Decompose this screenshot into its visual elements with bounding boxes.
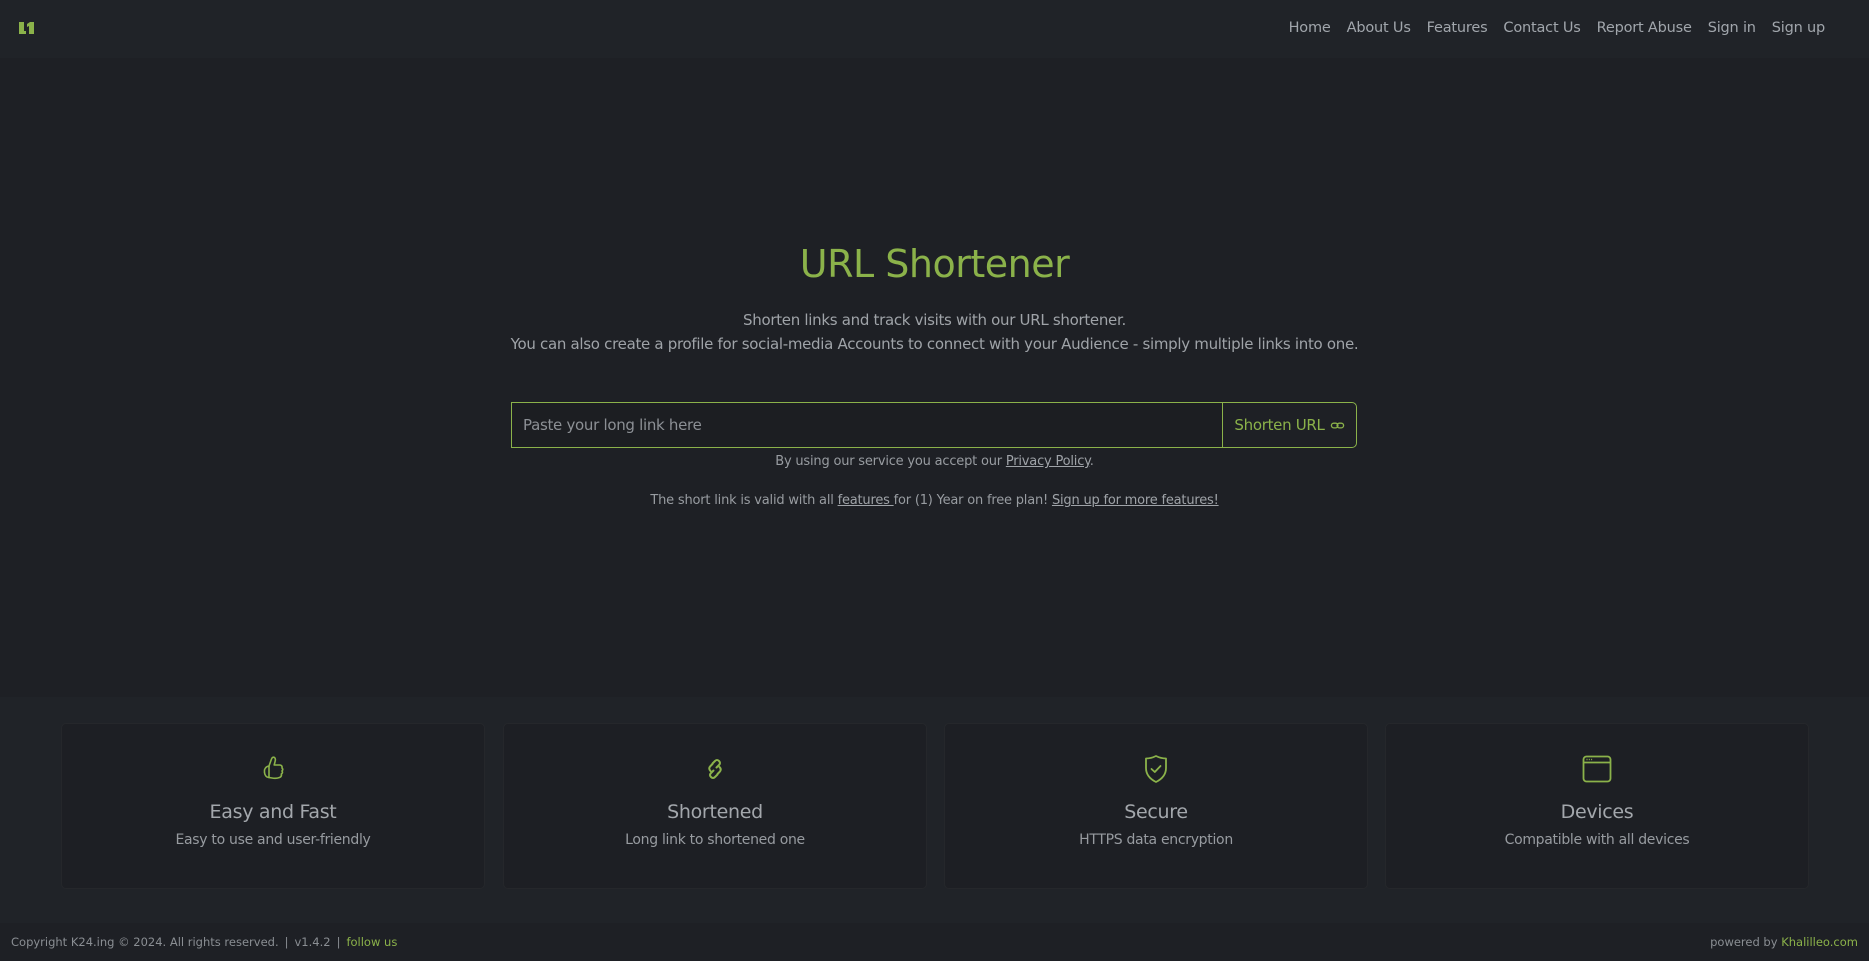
features-link[interactable]: features [838,493,894,508]
privacy-policy-link[interactable]: Privacy Policy [1006,454,1090,469]
shorten-url-button[interactable]: Shorten URL [1222,403,1356,447]
page-title: URL Shortener [799,242,1070,286]
link-icon [698,752,732,786]
shorten-url-label: Shorten URL [1234,416,1325,434]
privacy-note-suffix: . [1089,454,1094,469]
nav-sign-in[interactable]: Sign in [1700,20,1764,36]
nav-contact-us[interactable]: Contact Us [1495,20,1588,36]
powered-by-link[interactable]: Khalilleo.com [1781,935,1858,949]
feature-card-secure: Secure HTTPS data encryption [944,723,1368,889]
feature-description: Compatible with all devices [1504,832,1690,848]
privacy-note: By using our service you accept our Priv… [0,454,1869,469]
hero-subtitle-line-1: Shorten links and track visits with our … [743,311,1126,329]
footer-separator: | [284,935,289,949]
powered-by-text: powered by [1710,935,1782,949]
link-icon [1330,422,1344,428]
nav-about-us[interactable]: About Us [1339,20,1419,36]
hero-subtitle: Shorten links and track visits with our … [0,308,1869,356]
feature-title: Devices [1560,801,1634,823]
plan-note-text: The short link is valid with all [650,493,838,508]
plan-note-middle: for (1) Year on free plan! [893,493,1052,508]
feature-description: Long link to shortened one [625,832,805,848]
nav-sign-up[interactable]: Sign up [1764,20,1833,36]
k24-logo-icon [19,21,34,34]
feature-title: Easy and Fast [209,801,337,823]
navbar: Home About Us Features Contact Us Report… [0,0,1869,58]
nav-features[interactable]: Features [1419,20,1496,36]
hero-subtitle-line-2: You can also create a profile for social… [510,335,1359,353]
footer-separator: | [336,935,341,949]
footer-right: powered by Khalilleo.com [1710,935,1858,949]
footer: Copyright K24.ing © 2024. All rights res… [0,923,1869,961]
nav-home[interactable]: Home [1281,20,1339,36]
privacy-note-text: By using our service you accept our [775,454,1006,469]
nav-report-abuse[interactable]: Report Abuse [1589,20,1700,36]
sign-up-more-features-link[interactable]: Sign up for more features! [1052,493,1219,508]
logo[interactable] [18,19,36,37]
plan-note: The short link is valid with all feature… [0,493,1869,508]
feature-title: Shortened [667,801,763,823]
main-nav: Home About Us Features Contact Us Report… [1281,20,1833,36]
feature-card-easy-fast: Easy and Fast Easy to use and user-frien… [61,723,485,889]
copyright-text: Copyright K24.ing © 2024. All rights res… [11,935,279,949]
feature-description: HTTPS data encryption [1079,832,1233,848]
browser-window-icon [1580,752,1614,786]
features-section: Easy and Fast Easy to use and user-frien… [0,697,1869,923]
feature-card-devices: Devices Compatible with all devices [1385,723,1809,889]
hero-section: URL Shortener Shorten links and track vi… [0,58,1869,697]
feature-title: Secure [1124,801,1188,823]
thumbs-up-icon [256,752,290,786]
shield-check-icon [1139,752,1173,786]
footer-left: Copyright K24.ing © 2024. All rights res… [11,935,397,949]
version-text: v1.4.2 [294,935,331,949]
feature-card-shortened: Shortened Long link to shortened one [503,723,927,889]
shorten-form: Shorten URL [511,402,1357,448]
follow-us-link[interactable]: follow us [346,935,397,949]
long-url-input[interactable] [512,403,1222,447]
feature-description: Easy to use and user-friendly [175,832,371,848]
